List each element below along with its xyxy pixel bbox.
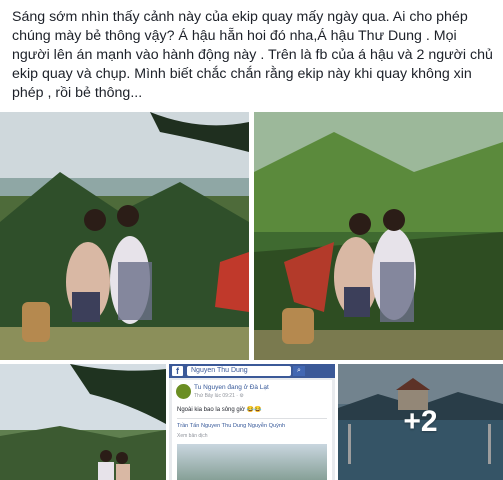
search-icon: ⌕ — [293, 366, 305, 376]
facebook-logo-icon: f — [172, 366, 183, 376]
more-photos-overlay[interactable]: +2 — [338, 364, 503, 480]
post-text: Sáng sớm nhìn thấy cảnh này của ekip qua… — [12, 9, 493, 101]
post-photo-2[interactable] — [254, 112, 503, 360]
facebook-post-image — [177, 444, 327, 480]
more-photos-count: +2 — [403, 405, 438, 438]
photo-2-image — [254, 112, 503, 360]
facebook-timestamp: Thứ Bảy lúc 09:21 · ⚙ — [194, 393, 244, 399]
divider — [177, 418, 327, 419]
facebook-search-box: Nguyen Thu Dung — [187, 366, 291, 376]
facebook-see-translation: Xem bản dịch — [177, 433, 208, 439]
photo-3-image — [0, 364, 166, 480]
post-photo-3[interactable] — [0, 364, 166, 480]
facebook-top-bar: f Nguyen Thu Dung ⌕ — [169, 364, 335, 378]
facebook-tags: Trần Tấn Nguyen Thu Dung Nguyễn Quỳnh — [177, 423, 286, 429]
facebook-author: Tu Nguyen đang ở Đà Lạt — [194, 384, 269, 391]
facebook-caption: Ngoài kia bao la sông giờ 😂😂 — [177, 407, 262, 413]
post-photo-5[interactable]: +2 — [338, 364, 503, 480]
post-photo-4-facebook-screenshot[interactable]: f Nguyen Thu Dung ⌕ Tu Nguyen đang ở Đà … — [169, 364, 335, 480]
post-photo-1[interactable] — [0, 112, 249, 360]
photo-1-image — [0, 112, 249, 360]
facebook-post-card: Tu Nguyen đang ở Đà Lạt Thứ Bảy lúc 09:2… — [172, 380, 332, 480]
avatar — [176, 384, 191, 399]
